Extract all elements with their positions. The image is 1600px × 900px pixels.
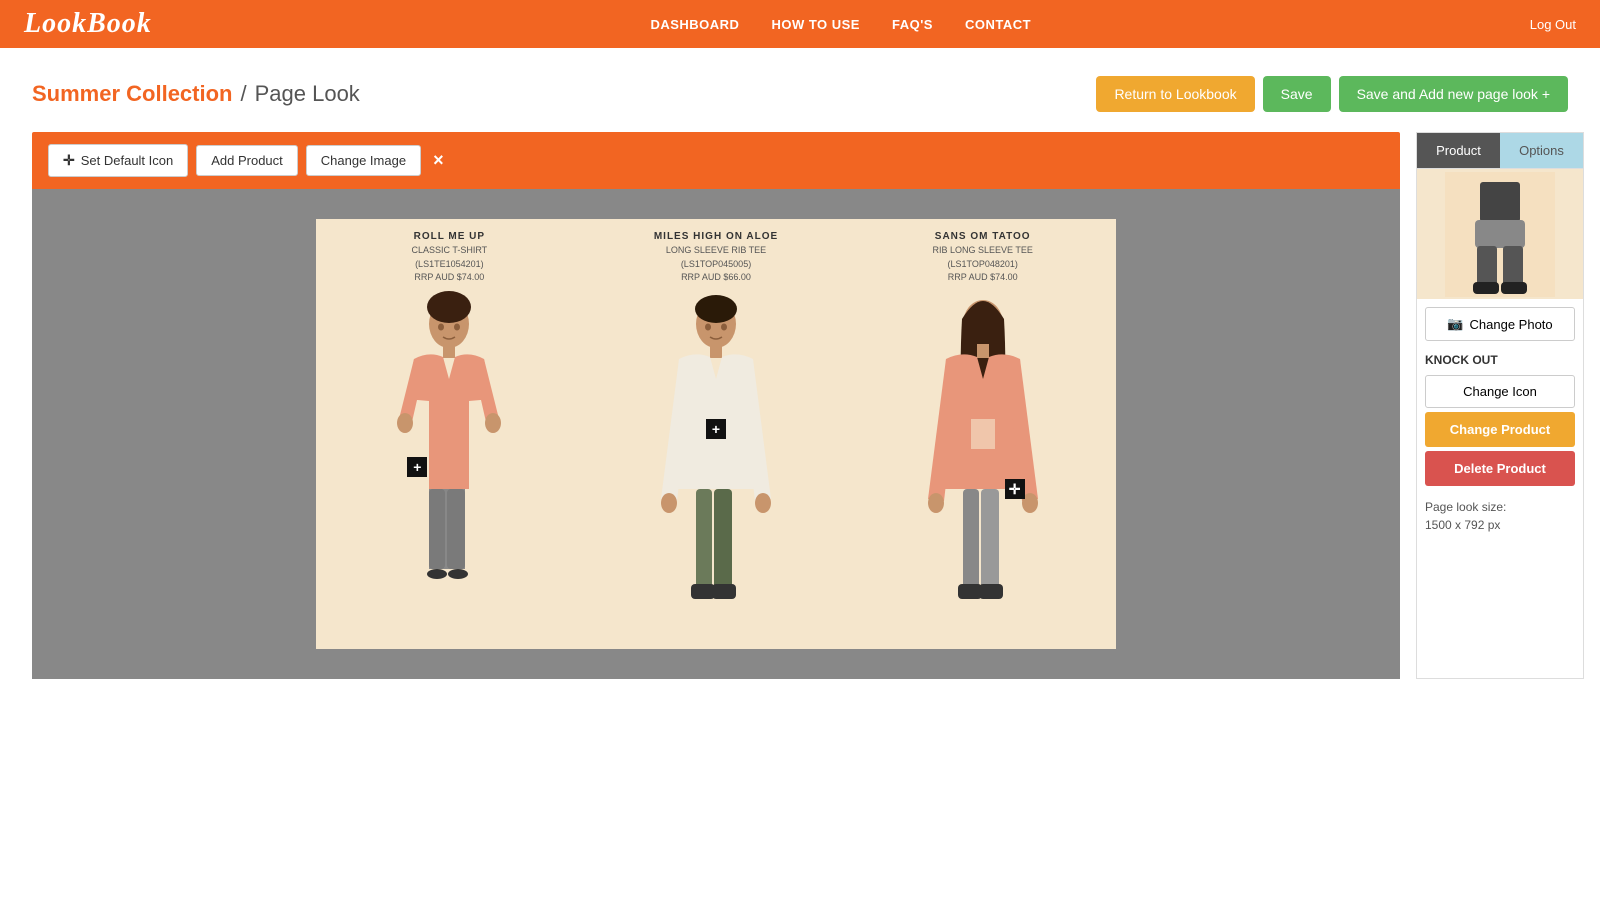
breadcrumb-separator: / bbox=[240, 81, 246, 107]
model-1-figure bbox=[384, 289, 514, 629]
title-actions: Return to Lookbook Save Save and Add new… bbox=[1096, 76, 1568, 112]
plus-icon: ✛ bbox=[63, 152, 75, 169]
nav-how-to-use[interactable]: HOW TO USE bbox=[771, 17, 860, 32]
model-1: + bbox=[316, 269, 583, 649]
model-3-figure bbox=[918, 289, 1048, 629]
change-product-button[interactable]: Change Product bbox=[1425, 412, 1575, 447]
model-2-figure bbox=[651, 289, 781, 629]
nav-contact[interactable]: CONTACT bbox=[965, 17, 1031, 32]
save-and-add-button[interactable]: Save and Add new page look + bbox=[1339, 76, 1568, 112]
change-photo-button[interactable]: 📷 Change Photo bbox=[1425, 307, 1575, 341]
delete-product-button[interactable]: Delete Product bbox=[1425, 451, 1575, 486]
panel-product-figure bbox=[1445, 172, 1555, 297]
save-button[interactable]: Save bbox=[1263, 76, 1331, 112]
panel-product-image bbox=[1417, 169, 1583, 299]
set-default-icon-button[interactable]: ✛ Set Default Icon bbox=[48, 144, 188, 177]
tab-options[interactable]: Options bbox=[1500, 133, 1583, 168]
models-container: + bbox=[316, 219, 1116, 649]
page-look-size: Page look size: 1500 x 792 px bbox=[1417, 490, 1583, 542]
tab-product[interactable]: Product bbox=[1417, 133, 1500, 168]
logout-link[interactable]: Log Out bbox=[1530, 17, 1576, 32]
canvas: ROLL ME UP CLASSIC T-SHIRT (LS1TE1054201… bbox=[316, 219, 1116, 649]
canvas-section: ✛ Set Default Icon Add Product Change Im… bbox=[16, 132, 1416, 679]
close-toolbar-button[interactable]: × bbox=[433, 150, 444, 171]
page-look-wrapper: ✛ Set Default Icon Add Product Change Im… bbox=[16, 132, 1584, 679]
breadcrumb-current-page: Page Look bbox=[255, 81, 360, 107]
change-icon-button[interactable]: Change Icon bbox=[1425, 375, 1575, 408]
main-nav: DASHBOARD HOW TO USE FAQ'S CONTACT bbox=[650, 17, 1031, 32]
product-pin-1[interactable]: + bbox=[407, 457, 427, 477]
nav-faqs[interactable]: FAQ'S bbox=[892, 17, 933, 32]
camera-icon: 📷 bbox=[1447, 316, 1463, 332]
main-content: Summer Collection / Page Look Return to … bbox=[0, 48, 1600, 900]
change-image-button[interactable]: Change Image bbox=[306, 145, 421, 176]
header: LookBook DASHBOARD HOW TO USE FAQ'S CONT… bbox=[0, 0, 1600, 48]
return-to-lookbook-button[interactable]: Return to Lookbook bbox=[1096, 76, 1254, 112]
add-product-button[interactable]: Add Product bbox=[196, 145, 298, 176]
product-pin-3[interactable]: ✛ bbox=[1005, 479, 1025, 499]
product-pin-2[interactable]: + bbox=[706, 419, 726, 439]
breadcrumb-collection[interactable]: Summer Collection bbox=[32, 81, 232, 107]
nav-dashboard[interactable]: DASHBOARD bbox=[650, 17, 739, 32]
right-panel: Product Options bbox=[1416, 132, 1584, 679]
model-3: ✛ bbox=[849, 269, 1116, 649]
canvas-wrapper: ROLL ME UP CLASSIC T-SHIRT (LS1TE1054201… bbox=[32, 189, 1400, 679]
panel-tabs: Product Options bbox=[1417, 133, 1583, 169]
title-bar: Summer Collection / Page Look Return to … bbox=[0, 48, 1600, 132]
model-2: + bbox=[583, 269, 850, 649]
knockout-label: KNOCK OUT bbox=[1417, 349, 1583, 371]
logo: LookBook bbox=[24, 8, 152, 40]
toolbar: ✛ Set Default Icon Add Product Change Im… bbox=[32, 132, 1400, 189]
breadcrumb: Summer Collection / Page Look bbox=[32, 81, 360, 107]
